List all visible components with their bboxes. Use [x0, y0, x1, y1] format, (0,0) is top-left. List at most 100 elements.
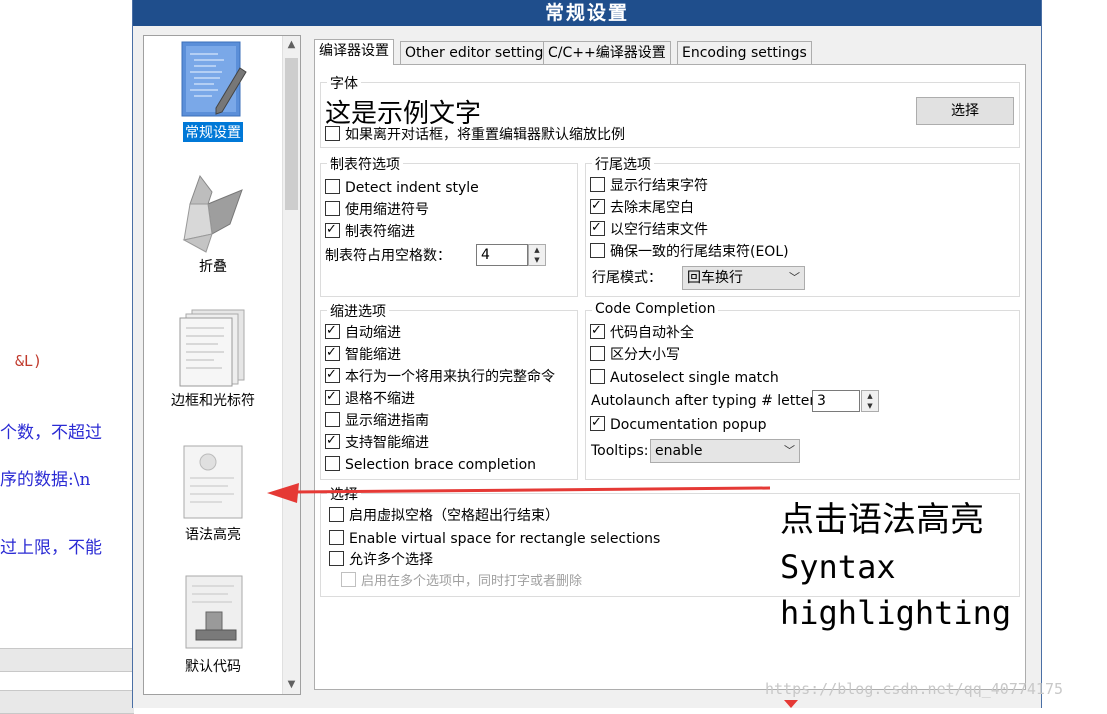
tab-indent-checkbox[interactable]: 制表符缩进: [325, 220, 415, 242]
autoselect-checkbox[interactable]: Autoselect single match: [590, 368, 779, 388]
virtual-space-checkbox[interactable]: 启用虚拟空格（空格超出行结束）: [329, 506, 559, 526]
scroll-thumb[interactable]: [285, 58, 298, 210]
checkbox-label: Detect indent style: [345, 180, 479, 196]
checkbox-box[interactable]: [325, 387, 340, 407]
spin-up-icon[interactable]: ▲: [529, 245, 545, 255]
category-folding[interactable]: 折叠: [144, 174, 282, 276]
category-list: 常规设置 折叠 边框和光标符 语法高亮 默认代码 ▲ ▼: [143, 35, 301, 695]
checkbox-box[interactable]: [325, 412, 340, 427]
auto-indent-checkbox[interactable]: 自动缩进: [325, 321, 401, 343]
checkbox-box[interactable]: [325, 343, 340, 363]
tooltips-select[interactable]: enable ﹀: [650, 439, 800, 463]
checkbox-box: [341, 572, 356, 587]
annotation-text: Syntax: [780, 548, 896, 586]
end-with-newline-checkbox[interactable]: 以空行结束文件: [590, 218, 708, 240]
checkbox-label: 显示缩进指南: [345, 413, 429, 429]
checkbox-box[interactable]: [590, 346, 605, 361]
checkbox-box[interactable]: [325, 220, 340, 240]
spin-value: 4: [481, 247, 490, 263]
checkbox-label: 如果离开对话框，将重置编辑器默认缩放比例: [345, 127, 625, 143]
category-margins-caret[interactable]: 边框和光标符: [144, 308, 282, 410]
tab-cpp-compiler-settings[interactable]: C/C++编译器设置: [543, 41, 671, 64]
category-default-code[interactable]: 默认代码: [144, 574, 282, 676]
brace-completion-checkbox[interactable]: Selection brace completion: [325, 455, 536, 475]
show-eol-checkbox[interactable]: 显示行结束字符: [590, 176, 708, 196]
tab-other-editor-settings[interactable]: Other editor settings: [400, 41, 556, 64]
bg-code-fragment: 过上限，不能: [0, 538, 102, 558]
auto-complete-checkbox[interactable]: 代码自动补全: [590, 321, 694, 343]
scroll-up-icon[interactable]: ▲: [283, 36, 300, 54]
doc-popup-checkbox[interactable]: Documentation popup: [590, 413, 766, 435]
virtual-space-rect-checkbox[interactable]: Enable virtual space for rectangle selec…: [329, 529, 660, 549]
checkbox-box[interactable]: [590, 243, 605, 258]
checkbox-box[interactable]: [590, 413, 605, 433]
multi-select-checkbox[interactable]: 允许多个选择: [329, 550, 433, 570]
checkbox-label: 允许多个选择: [349, 552, 433, 568]
checkbox-box[interactable]: [590, 177, 605, 192]
smart-indent-support-checkbox[interactable]: 支持智能缩进: [325, 431, 429, 453]
checkbox-label: 自动缩进: [345, 325, 401, 341]
editor-page-pencil-icon: [178, 40, 248, 117]
bg-code-fragment: &L): [15, 352, 43, 370]
autolaunch-input[interactable]: 3: [812, 390, 860, 412]
checkbox-box[interactable]: [590, 196, 605, 216]
category-general[interactable]: 常规设置: [144, 40, 282, 142]
complete-command-checkbox[interactable]: 本行为一个将用来执行的完整命令: [325, 365, 555, 387]
category-syntax-highlighting[interactable]: 语法高亮: [144, 442, 282, 544]
tab-size-input[interactable]: 4: [476, 244, 528, 266]
checkbox-box[interactable]: [325, 456, 340, 471]
backspace-unindent-checkbox[interactable]: 退格不缩进: [325, 387, 415, 409]
smart-indent-checkbox[interactable]: 智能缩进: [325, 343, 401, 365]
annotation-text: 点击语法高亮: [780, 500, 984, 540]
category-scrollbar[interactable]: ▲ ▼: [282, 36, 300, 694]
checkbox-label: 确保一致的行尾结束符(EOL): [610, 244, 789, 260]
annotation-text: highlighting: [780, 594, 1012, 632]
select-value: 回车换行: [687, 270, 743, 286]
checkbox-label: 去除末尾空白: [610, 200, 694, 216]
use-tab-char-checkbox[interactable]: 使用缩进符号: [325, 200, 429, 220]
strip-trailing-checkbox[interactable]: 去除末尾空白: [590, 196, 694, 218]
checkbox-label: 代码自动补全: [610, 325, 694, 341]
checkbox-box[interactable]: [590, 321, 605, 341]
scroll-marker-icon: [784, 700, 798, 708]
spin-down-icon[interactable]: ▼: [862, 401, 878, 411]
case-sensitive-checkbox[interactable]: 区分大小写: [590, 345, 680, 365]
stamp-page-icon: [178, 574, 248, 650]
group-title: 字体: [327, 73, 361, 93]
checkbox-box[interactable]: [325, 365, 340, 385]
annotation-arrow: [267, 483, 771, 503]
consistent-eol-checkbox[interactable]: 确保一致的行尾结束符(EOL): [590, 242, 789, 262]
highlight-page-icon: [178, 442, 248, 519]
checkbox-box[interactable]: [329, 507, 344, 522]
eol-mode-label: 行尾模式：: [592, 270, 662, 286]
checkbox-box[interactable]: [590, 218, 605, 238]
checkbox-box[interactable]: [325, 126, 340, 141]
scroll-down-icon[interactable]: ▼: [283, 676, 300, 694]
font-group: 字体 这是示例文字 选择 如果离开对话框，将重置编辑器默认缩放比例: [320, 73, 1020, 148]
chevron-down-icon: ﹀: [784, 444, 795, 457]
checkbox-box[interactable]: [325, 179, 340, 194]
checkbox-box[interactable]: [329, 551, 344, 566]
checkbox-box[interactable]: [590, 369, 605, 384]
eol-options-group: 行尾选项 显示行结束字符 去除末尾空白 以空行结束文件 确保一致的行尾结束符(E…: [585, 154, 1020, 297]
detect-indent-checkbox[interactable]: Detect indent style: [325, 178, 479, 198]
reset-zoom-checkbox[interactable]: 如果离开对话框，将重置编辑器默认缩放比例: [325, 125, 625, 145]
checkbox-box[interactable]: [325, 201, 340, 216]
category-label: 边框和光标符: [171, 393, 255, 409]
tab-editor-settings[interactable]: 编译器设置: [314, 39, 394, 65]
spin-down-icon[interactable]: ▼: [529, 255, 545, 265]
checkbox-label: 以空行结束文件: [610, 222, 708, 238]
eol-mode-select[interactable]: 回车换行 ﹀: [682, 266, 805, 290]
checkbox-box[interactable]: [329, 530, 344, 545]
tab-size-spinner[interactable]: ▲ ▼: [528, 244, 546, 266]
checkbox-box[interactable]: [325, 321, 340, 341]
tab-encoding-settings[interactable]: Encoding settings: [677, 41, 812, 64]
group-title: 行尾选项: [592, 154, 654, 174]
choose-font-button[interactable]: 选择: [916, 97, 1014, 125]
spin-up-icon[interactable]: ▲: [862, 391, 878, 401]
checkbox-label: 启用虚拟空格（空格超出行结束）: [349, 508, 559, 524]
indent-guides-checkbox[interactable]: 显示缩进指南: [325, 411, 429, 431]
checkbox-box[interactable]: [325, 431, 340, 451]
tooltips-label: Tooltips:: [591, 443, 649, 459]
autolaunch-spinner[interactable]: ▲ ▼: [861, 390, 879, 412]
